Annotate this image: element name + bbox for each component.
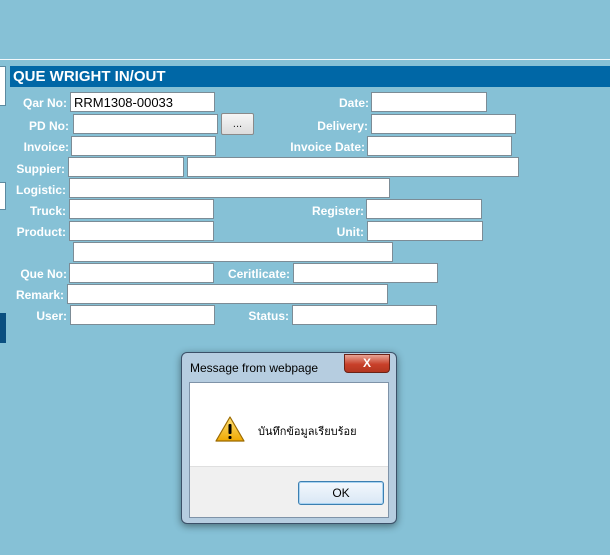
remark-label: Remark: <box>15 288 64 302</box>
dialog-title: Message from webpage <box>190 361 319 375</box>
qar-no-field[interactable] <box>70 92 215 112</box>
warning-icon <box>214 415 246 443</box>
status-field[interactable] <box>292 305 437 325</box>
delivery-field[interactable] <box>371 114 516 134</box>
product-field[interactable] <box>69 221 214 241</box>
que-no-field[interactable] <box>69 263 214 283</box>
invoice-field[interactable] <box>71 136 216 156</box>
user-field[interactable] <box>70 305 215 325</box>
left-panel-edge-3 <box>0 313 6 343</box>
truck-label: Truck: <box>29 204 66 218</box>
pd-no-field[interactable] <box>73 114 218 134</box>
page-title: QUE WRIGHT IN/OUT <box>10 66 610 87</box>
qar-no-label: Qar No: <box>22 96 67 110</box>
invoice-date-label: Invoice Date: <box>290 140 365 154</box>
logistic-label: Logistic: <box>16 183 66 197</box>
invoice-date-field[interactable] <box>367 136 512 156</box>
que-no-label: Que No: <box>20 267 67 281</box>
supplier-code-field[interactable] <box>68 157 184 177</box>
invoice-label: Invoice: <box>23 140 69 154</box>
register-field[interactable] <box>366 199 482 219</box>
product-description-field[interactable] <box>73 242 393 262</box>
supplier-name-field[interactable] <box>187 157 519 177</box>
message-dialog: Message from webpage X บันทึกข้อมูลเรียบ… <box>181 352 397 524</box>
certificate-field[interactable] <box>293 263 438 283</box>
truck-field[interactable] <box>69 199 214 219</box>
dialog-close-button[interactable]: X <box>344 354 390 373</box>
status-label: Status: <box>248 309 289 323</box>
unit-field[interactable] <box>367 221 483 241</box>
top-divider <box>0 59 610 60</box>
date-field[interactable] <box>371 92 487 112</box>
left-panel-edge-2 <box>0 182 6 210</box>
delivery-label: Delivery: <box>317 119 368 133</box>
user-label: User: <box>36 309 67 323</box>
supplier-label: Suppier: <box>16 162 65 176</box>
certificate-label: Ceritlicate: <box>227 267 290 281</box>
product-label: Product: <box>16 225 66 239</box>
logistic-field[interactable] <box>69 178 390 198</box>
left-panel-edge <box>0 66 6 106</box>
unit-label: Unit: <box>336 225 364 239</box>
ok-button[interactable]: OK <box>298 481 384 505</box>
pd-no-label: PD No: <box>29 119 69 133</box>
register-label: Register: <box>311 204 364 218</box>
remark-field[interactable] <box>67 284 388 304</box>
date-label: Date: <box>338 96 369 110</box>
dialog-message: บันทึกข้อมูลเรียบร้อย <box>258 426 357 438</box>
browse-button[interactable]: ... <box>221 113 254 135</box>
dialog-body: บันทึกข้อมูลเรียบร้อย OK <box>189 382 389 518</box>
